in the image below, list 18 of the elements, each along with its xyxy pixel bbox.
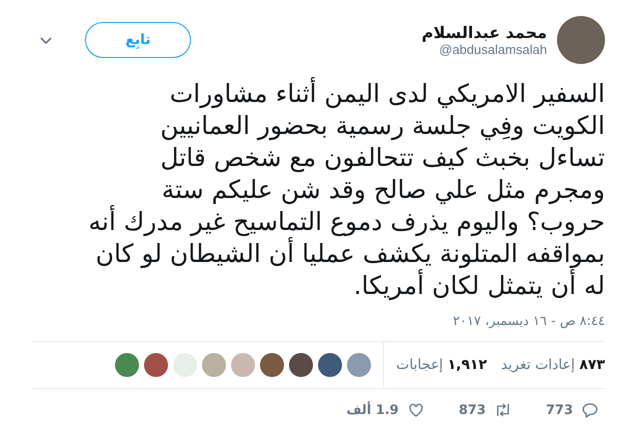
timestamp[interactable]: ٨:٤٤ ص - ١٦ ديسمبر، ٢٠١٧ bbox=[33, 314, 605, 341]
author-handle[interactable]: @abdusalamsalah bbox=[439, 42, 547, 57]
avatar[interactable] bbox=[557, 16, 605, 64]
liker-avatar[interactable] bbox=[115, 353, 140, 377]
tweet-text: السفير الامريكي لدى اليمن أثناء مشاورات الكويت وفِي جلسة رسمية بحضور العمانيين تساءل بخبث كيف تتحالفون مع شخص قاتل ومجرم مثل علي صالح وقد شن عليكم ستة حروب؟ واليوم يذرف دموع التماسيح غير مدرك أنه بمواقفه المتلونة يكشف عمليا أن الشيطان لو كان له أن يتمثل لكان أمريكا. bbox=[88, 78, 605, 302]
stat-count[interactable]: ٨٧٣ إعادات تغريد bbox=[501, 357, 605, 373]
reply-icon bbox=[581, 401, 599, 419]
liker-avatar[interactable] bbox=[260, 353, 284, 377]
follow-button[interactable]: تابِع bbox=[85, 22, 191, 58]
author-name[interactable]: محمد عبدالسلام bbox=[422, 23, 547, 42]
heart-icon bbox=[406, 401, 425, 419]
retweet-button[interactable]: 873 bbox=[458, 401, 512, 419]
stat-count[interactable]: ١,٩١٢ إعجابات bbox=[396, 357, 488, 373]
liker-avatar[interactable] bbox=[144, 353, 168, 377]
liker-avatar[interactable] bbox=[318, 353, 342, 377]
reply-button[interactable]: 773 bbox=[546, 401, 599, 419]
liker-avatar[interactable] bbox=[289, 353, 314, 377]
like-button[interactable]: 1.9 ألف bbox=[346, 401, 425, 419]
